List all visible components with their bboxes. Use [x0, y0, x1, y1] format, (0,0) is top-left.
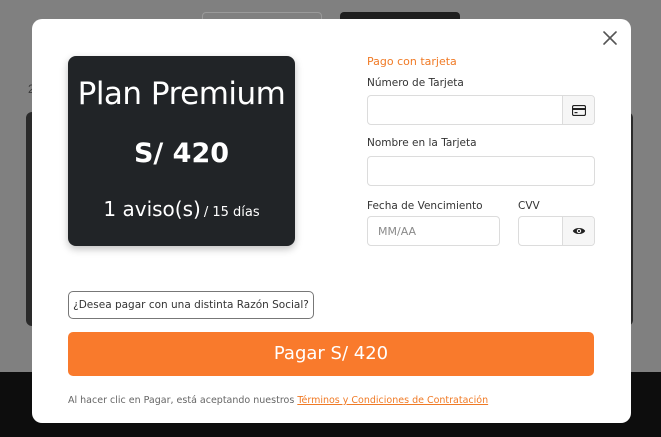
card-name-input[interactable] — [368, 157, 594, 185]
credit-card-icon — [562, 96, 594, 124]
plan-ads-period: / 15 días — [203, 205, 260, 220]
expiry-field — [367, 216, 500, 246]
plan-ads: 1 aviso(s)/ 15 días — [68, 197, 295, 221]
plan-card: Plan Premium S/ 420 1 aviso(s)/ 15 días — [68, 56, 295, 246]
eye-icon[interactable] — [562, 217, 594, 245]
cvv-label: CVV — [518, 200, 540, 212]
terms-prefix: Al hacer clic en Pagar, está aceptando n… — [68, 395, 295, 406]
card-name-label: Nombre en la Tarjeta — [367, 137, 477, 149]
card-number-field — [367, 95, 595, 125]
card-number-input[interactable] — [368, 96, 562, 124]
card-number-label: Número de Tarjeta — [367, 77, 464, 89]
expiry-input[interactable] — [368, 217, 499, 245]
cvv-input[interactable] — [519, 217, 562, 245]
terms-link[interactable]: Términos y Condiciones de Contratación — [297, 395, 488, 406]
card-name-field — [367, 156, 595, 186]
plan-price: S/ 420 — [133, 138, 230, 169]
different-razon-social-button[interactable]: ¿Desea pagar con una distinta Razón Soci… — [68, 291, 314, 319]
payment-section-title: Pago con tarjeta — [367, 55, 457, 68]
pay-button[interactable]: Pagar S/ 420 — [68, 332, 594, 376]
plan-title: Plan Premium — [77, 76, 286, 112]
plan-ads-count: 1 aviso(s) — [103, 197, 201, 221]
expiry-label: Fecha de Vencimiento — [367, 200, 483, 212]
close-icon[interactable] — [599, 27, 621, 49]
payment-modal: Plan Premium S/ 420 1 aviso(s)/ 15 días … — [32, 19, 631, 423]
cvv-field — [518, 216, 595, 246]
terms-notice: Al hacer clic en Pagar, está aceptando n… — [68, 395, 488, 406]
